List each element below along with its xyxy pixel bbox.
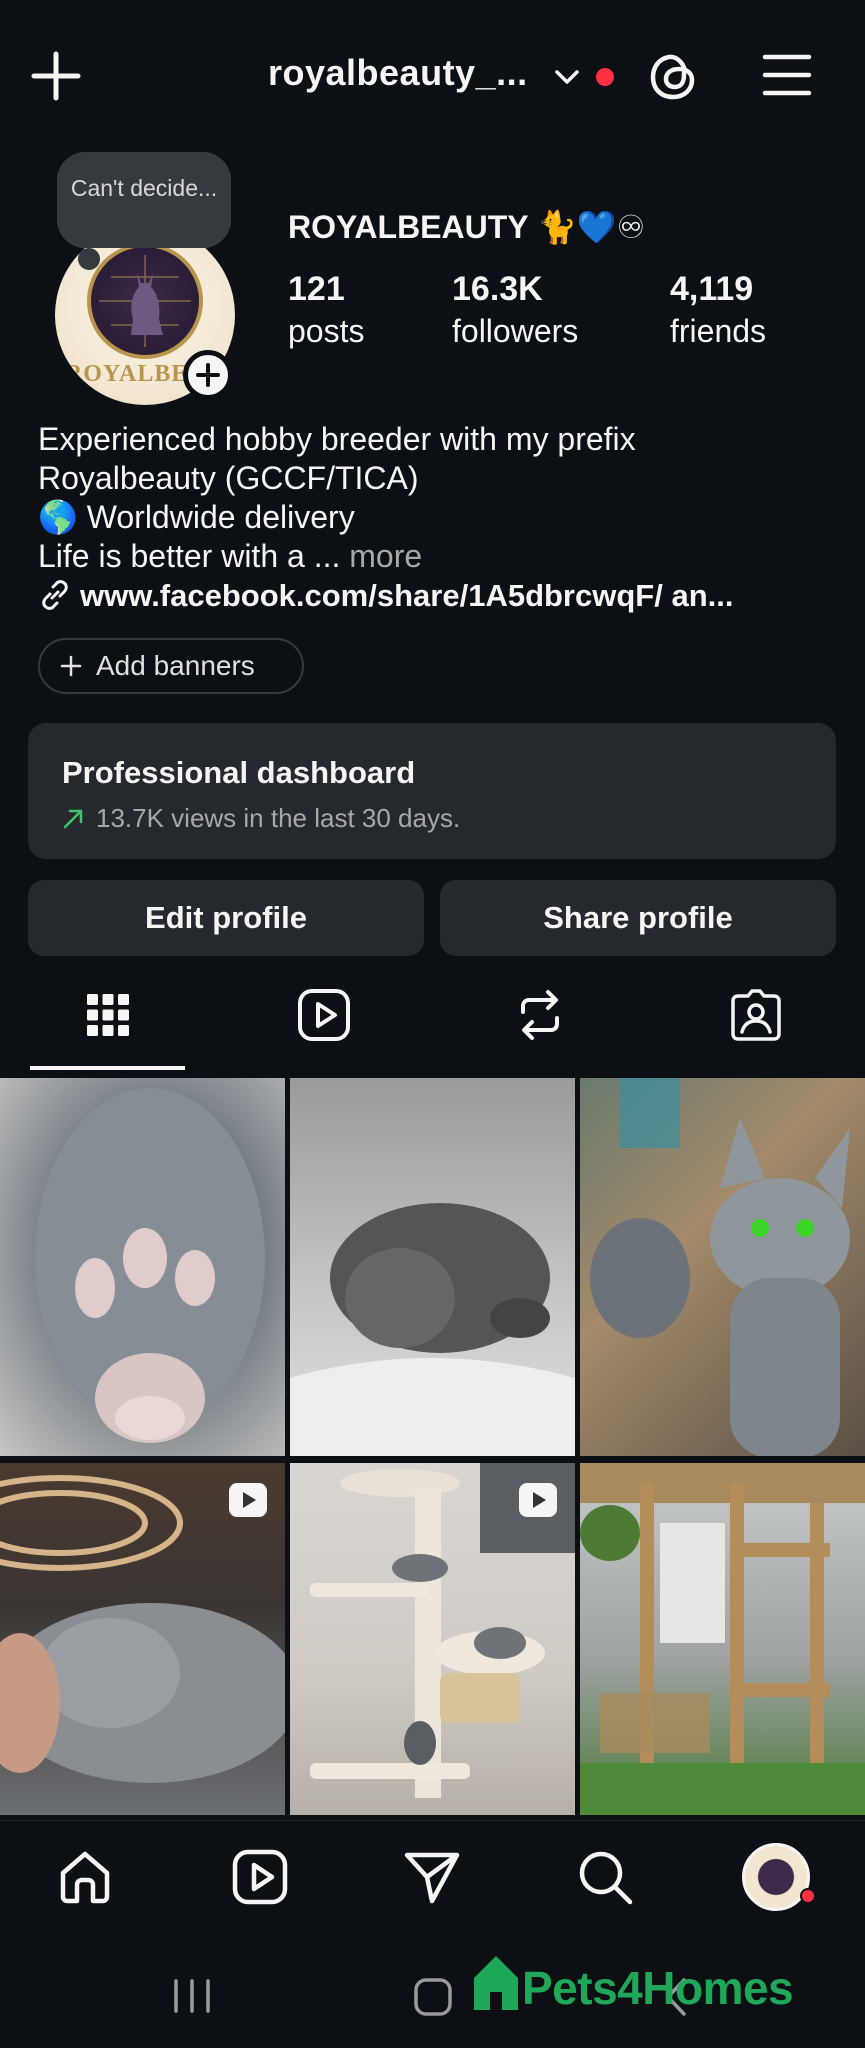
reel-badge-icon (229, 1483, 267, 1517)
reels-icon (298, 989, 350, 1041)
cat-green-eyes-photo (580, 1078, 865, 1456)
reposts-icon (521, 990, 559, 1040)
plus-icon (196, 363, 220, 387)
plus-icon[interactable] (30, 50, 82, 102)
account-switcher-username[interactable]: royalbeauty_... (268, 52, 528, 94)
stat-followers[interactable]: 16.3K followers (452, 270, 578, 350)
chevron-down-icon[interactable] (552, 62, 582, 92)
link-text: www.facebook.com/share/1A5dbrcwqF/ an... (80, 578, 734, 613)
post-thumbnail-cat-green-eyes[interactable] (580, 1078, 865, 1456)
tagged-icon (731, 989, 781, 1041)
avatar-logo-globe (87, 243, 203, 359)
top-bar: royalbeauty_... (0, 0, 865, 150)
cat-silhouette-icon (99, 255, 191, 347)
home-button-icon[interactable] (412, 1976, 454, 2018)
note-bubble-tail (78, 248, 100, 270)
profile-note[interactable]: Can't decide... (57, 152, 231, 248)
stat-label: friends (670, 313, 767, 349)
trend-up-arrow-icon (63, 809, 83, 828)
pets4homes-watermark: Pets4Homes (470, 1952, 794, 2015)
profile-link[interactable]: www.facebook.com/share/1A5dbrcwqF/ an... (38, 578, 733, 614)
reel-badge-icon (519, 1483, 557, 1517)
kitten-photo (290, 1078, 575, 1456)
post-thumbnail-cat-tree[interactable] (290, 1463, 575, 1815)
post-thumbnail-cat-enclosure[interactable] (580, 1463, 865, 1815)
add-banners-label: Add banners (96, 650, 255, 681)
recents-icon[interactable] (170, 1977, 214, 2015)
search-icon[interactable] (575, 1847, 635, 1907)
tab-grid[interactable] (73, 980, 143, 1050)
active-tab-indicator (30, 1066, 185, 1070)
plus-icon (60, 655, 82, 677)
bio-line-last: Life is better with a ... more (38, 537, 838, 576)
stat-value: 4,119 (670, 270, 754, 308)
add-banners-button[interactable]: Add banners (38, 638, 304, 694)
notification-dot (800, 1888, 816, 1904)
dashboard-subtitle: 13.7K views in the last 30 days. (96, 803, 461, 833)
home-icon[interactable] (55, 1847, 115, 1907)
bio-line: Royalbeauty (GCCF/TICA) (38, 460, 419, 496)
threads-icon[interactable] (645, 49, 701, 105)
edit-profile-button[interactable]: Edit profile (28, 880, 424, 956)
bio-line: 🌎 Worldwide delivery (38, 499, 355, 535)
professional-dashboard-card[interactable]: Professional dashboard 13.7K views in th… (28, 723, 836, 859)
paw-photo (0, 1078, 285, 1456)
reels-icon[interactable] (230, 1847, 290, 1907)
bio-line: Life is better with a ... (38, 538, 341, 574)
menu-icon[interactable] (762, 52, 812, 98)
tab-reposts[interactable] (505, 980, 575, 1050)
share-profile-button[interactable]: Share profile (440, 880, 836, 956)
stat-label: followers (452, 313, 579, 349)
post-thumbnail-kitten[interactable] (290, 1078, 575, 1456)
stat-friends[interactable]: 4,119 friends (670, 270, 766, 350)
post-thumbnail-paw[interactable] (0, 1078, 285, 1456)
notification-dot (596, 68, 614, 86)
pets4homes-logo-icon (474, 1956, 518, 2010)
cat-enclosure-photo (580, 1463, 865, 1815)
dashboard-title: Professional dashboard (62, 755, 416, 790)
bio-more-link[interactable]: more (349, 538, 422, 574)
profile-tab-avatar[interactable] (742, 1843, 810, 1911)
tab-reels[interactable] (289, 980, 359, 1050)
bio: Experienced hobby breeder with my prefix… (38, 420, 838, 576)
direct-message-icon[interactable] (402, 1847, 462, 1907)
display-name: ROYALBEAUTY 🐈💙♾ (288, 209, 646, 245)
dashboard-subtitle-row: 13.7K views in the last 30 days. (62, 803, 460, 834)
add-story-button[interactable] (183, 350, 233, 400)
stat-value: 121 (288, 270, 345, 308)
stat-posts[interactable]: 121 posts (288, 270, 364, 350)
watermark-text: Pets4Homes (522, 1962, 794, 2014)
post-thumbnail-cat-sleeping[interactable] (0, 1463, 285, 1815)
link-icon (42, 580, 68, 610)
stat-value: 16.3K (452, 270, 543, 308)
tab-tagged[interactable] (721, 980, 791, 1050)
bio-line: Experienced hobby breeder with my prefix (38, 421, 636, 457)
grid-icon (87, 994, 129, 1036)
stat-label: posts (288, 313, 365, 349)
